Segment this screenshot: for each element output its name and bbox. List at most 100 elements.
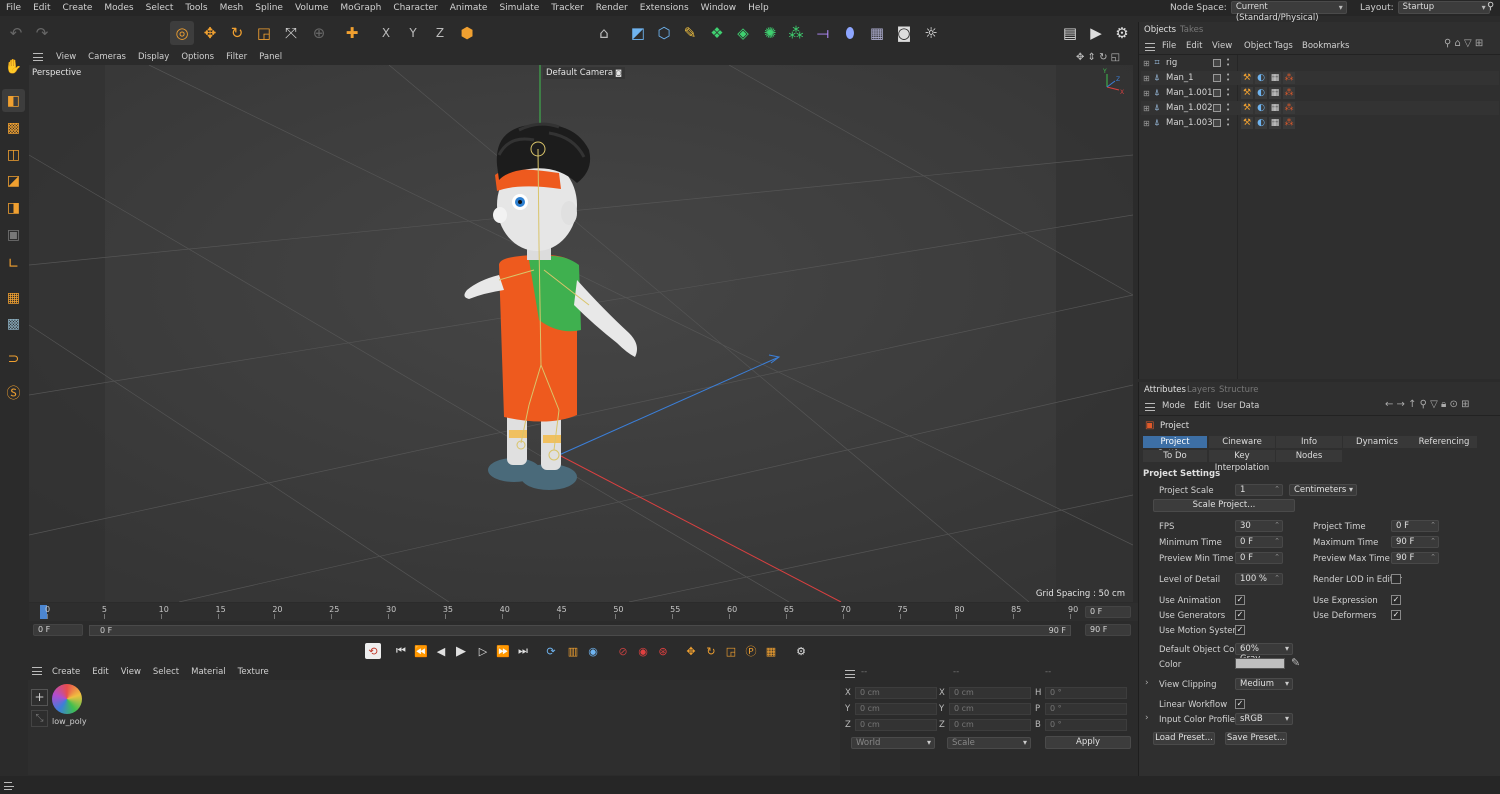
material-tag-icon[interactable]: ▦ <box>1269 87 1281 99</box>
live-selection-icon[interactable]: ⊕ <box>307 21 331 45</box>
visibility-toggle[interactable] <box>1213 119 1221 127</box>
key-rotation-icon[interactable]: ↻ <box>703 643 719 659</box>
viewport-menu-view[interactable]: View <box>50 52 82 62</box>
magnet-icon[interactable]: ⊃ <box>2 347 25 370</box>
cube-object-icon[interactable]: ⬡ <box>652 21 676 45</box>
maximum-time-field[interactable]: 90 F <box>1391 536 1439 548</box>
edges-mode-icon[interactable]: ◪ <box>2 169 25 192</box>
key-pla-icon[interactable]: ▦ <box>763 643 779 659</box>
timeline-settings-icon[interactable]: ⚙ <box>793 643 809 659</box>
viewport-menu-display[interactable]: Display <box>132 52 175 62</box>
visibility-toggle[interactable] <box>1213 59 1221 67</box>
active-camera-label[interactable]: Default Camera ◙ <box>543 67 625 79</box>
range-slider[interactable]: 0 F 90 F <box>89 625 1071 636</box>
expand-icon[interactable]: ⊞ <box>1143 104 1151 113</box>
ik-tag-icon[interactable]: ⚒ <box>1241 87 1253 99</box>
material-tag-icon[interactable]: ▦ <box>1269 102 1281 114</box>
level-of-detail-field[interactable]: 100 % <box>1235 573 1283 585</box>
transform-tool-icon[interactable]: ⤧ <box>279 21 303 45</box>
coord-value-field[interactable]: 0 ° <box>1045 719 1127 731</box>
use-generators-checkbox[interactable]: ✓ <box>1235 610 1245 620</box>
menu-item-animate[interactable]: Animate <box>444 0 494 16</box>
axis-x-lock[interactable]: X <box>374 21 398 45</box>
object-row[interactable]: ⊞ ⍋ Man_1.003 • • ⚒ ◐ ▦ ⁂ <box>1141 116 1499 130</box>
layout-selector[interactable]: Layout: Startup <box>1360 1 1490 14</box>
next-frame-icon[interactable]: ▷ <box>475 643 491 659</box>
object-tags[interactable]: ⚒ ◐ ▦ ⁂ <box>1241 102 1295 114</box>
subtab-key-interpolation[interactable]: Key Interpolation <box>1209 450 1275 473</box>
render-settings-icon[interactable]: ⚙ <box>1110 21 1134 45</box>
menu-item-create[interactable]: Create <box>57 0 99 16</box>
linear-workflow-checkbox[interactable]: ✓ <box>1235 699 1245 709</box>
3d-viewport[interactable]: Y X Z Perspective Default Camera ◙ Grid S… <box>29 65 1133 602</box>
objects-menu-edit[interactable]: Edit <box>1186 41 1202 51</box>
scale-tool-icon[interactable]: ◲ <box>252 21 276 45</box>
texture-mode-icon[interactable]: ▩ <box>2 116 25 139</box>
attr-menu-user-data[interactable]: User Data <box>1217 401 1259 411</box>
record-keys-icon[interactable]: ⟲ <box>365 643 381 659</box>
menu-item-spline[interactable]: Spline <box>249 0 289 16</box>
attributes-menu-icon[interactable] <box>1145 403 1155 411</box>
project-scale-unit[interactable]: Centimeters <box>1289 484 1357 496</box>
use-deformers-checkbox[interactable]: ✓ <box>1391 610 1401 620</box>
menu-item-mograph[interactable]: MoGraph <box>334 0 387 16</box>
project-time-field[interactable]: 0 F <box>1391 520 1439 532</box>
subtab-cineware[interactable]: Cineware <box>1209 436 1275 448</box>
objects-toolbar-icons[interactable]: ⚲ ⌂ ▽ ⊞ <box>1444 38 1483 49</box>
search-icon[interactable]: ⚲ <box>1487 1 1494 12</box>
material-tag-icon[interactable]: ▦ <box>1269 117 1281 129</box>
minimum-time-field[interactable]: 0 F <box>1235 536 1283 548</box>
make-editable-icon[interactable]: ✋ <box>2 55 25 78</box>
render-lod-checkbox[interactable] <box>1391 574 1401 584</box>
subtab-referencing[interactable]: Referencing <box>1411 436 1477 448</box>
selection-tool-icon[interactable]: ◎ <box>170 21 194 45</box>
subtab-info[interactable]: Info <box>1276 436 1342 448</box>
range-end-field[interactable]: 90 F <box>1085 624 1131 636</box>
use-animation-checkbox[interactable]: ✓ <box>1235 595 1245 605</box>
input-color-profile-dropdown[interactable]: sRGB <box>1235 713 1293 725</box>
coord-value-field[interactable]: 0 cm <box>949 687 1031 699</box>
object-row[interactable]: ⊞ ⍋ Man_1 • • ⚒ ◐ ▦ ⁂ <box>1141 71 1499 85</box>
objects-menu-tags[interactable]: Tags <box>1274 41 1293 51</box>
polygons-mode-icon[interactable]: ◨ <box>2 196 25 219</box>
redo-icon[interactable]: ↷ <box>30 21 54 45</box>
visibility-toggle[interactable] <box>1213 89 1221 97</box>
model-mode-icon[interactable]: ◧ <box>2 89 25 112</box>
menu-item-simulate[interactable]: Simulate <box>493 0 545 16</box>
attr-menu-mode[interactable]: Mode <box>1162 401 1185 411</box>
save-preset-button[interactable]: Save Preset... <box>1225 732 1287 745</box>
coord-value-field[interactable]: 0 cm <box>949 719 1031 731</box>
axis-z-lock[interactable]: Z <box>428 21 452 45</box>
weight-tag-icon[interactable]: ⁂ <box>1283 102 1295 114</box>
cloner-icon[interactable]: ✺ <box>758 21 782 45</box>
expand-icon[interactable]: ⊞ <box>1143 119 1151 128</box>
camera-icon[interactable]: ◙ <box>892 21 916 45</box>
pen-tool-icon[interactable]: ✎ <box>678 21 702 45</box>
object-tags[interactable]: ⚒ ◐ ▦ ⁂ <box>1241 117 1295 129</box>
key-position-icon[interactable]: ✥ <box>683 643 699 659</box>
tab-layers[interactable]: Layers <box>1187 385 1215 395</box>
material-menu-select[interactable]: Select <box>147 667 185 677</box>
mograph-icon[interactable]: ⁂ <box>784 21 808 45</box>
coord-value-field[interactable]: 0 cm <box>855 703 937 715</box>
menu-item-tools[interactable]: Tools <box>179 0 213 16</box>
objects-menu-icon[interactable] <box>1145 43 1155 51</box>
autokey-off-icon[interactable]: ⊘ <box>615 643 631 659</box>
material-menu-view[interactable]: View <box>115 667 147 677</box>
visibility-toggle[interactable] <box>1213 104 1221 112</box>
undo-icon[interactable]: ↶ <box>4 21 28 45</box>
current-frame-field[interactable]: 0 F <box>1085 606 1131 618</box>
field-icon[interactable]: ⬮ <box>838 21 862 45</box>
attributes-toolbar-icons[interactable]: ← → ↑ ⚲ ▽ 🔒︎ ⊙ ⊞ <box>1385 399 1469 410</box>
tab-attributes[interactable]: Attributes <box>1144 385 1186 395</box>
phong-tag-icon[interactable]: ◐ <box>1255 117 1267 129</box>
menu-item-volume[interactable]: Volume <box>289 0 334 16</box>
layout-toggle-icon[interactable]: ⌂ <box>592 21 616 45</box>
subtab-nodes[interactable]: Nodes <box>1276 450 1342 462</box>
coord-value-field[interactable]: 0 cm <box>949 703 1031 715</box>
subtab-dynamics[interactable]: Dynamics <box>1343 436 1411 448</box>
coord-value-field[interactable]: 0 cm <box>855 687 937 699</box>
menu-item-edit[interactable]: Edit <box>27 0 56 16</box>
render-dots-icon[interactable]: • • <box>1226 102 1230 114</box>
viewport-menu-filter[interactable]: Filter <box>220 52 253 62</box>
